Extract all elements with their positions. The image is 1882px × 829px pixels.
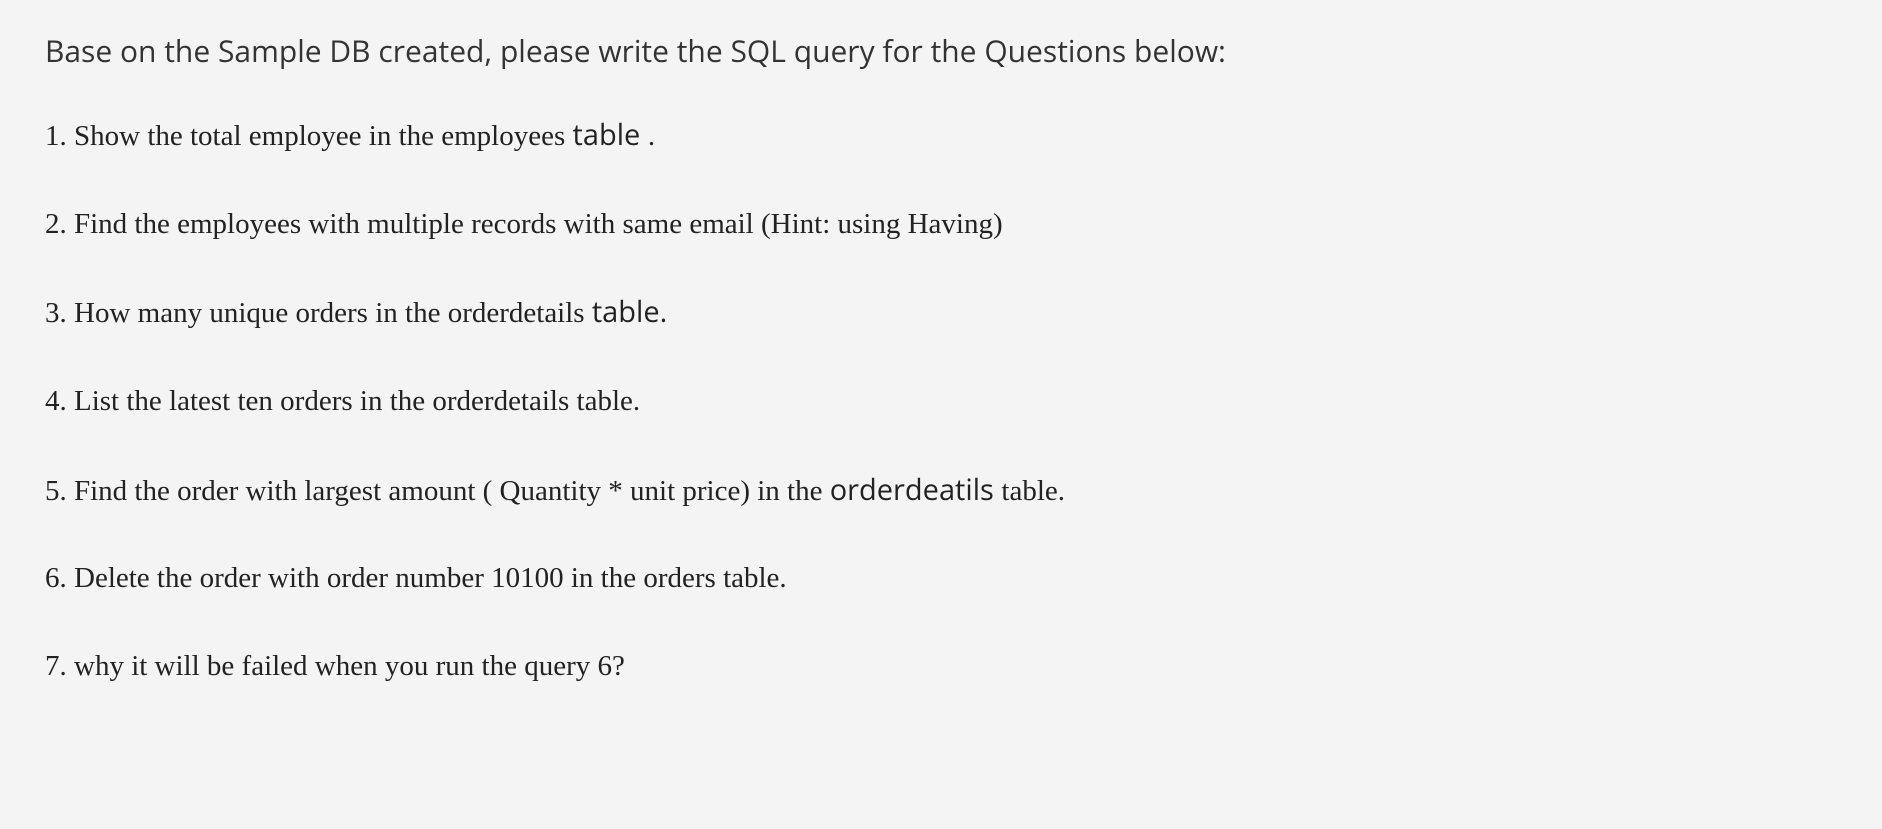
question-5: 5. Find the order with largest amount ( … <box>45 471 1837 511</box>
question-5-text: 5. Find the order with largest amount ( … <box>45 475 830 507</box>
question-5-table-word: orderdeatils <box>830 470 1002 509</box>
question-5-suffix: table. <box>1001 475 1065 507</box>
question-7: 7. why it will be failed when you run th… <box>45 648 1837 686</box>
question-1-table-word: table <box>573 115 648 154</box>
question-3-text: 3. How many unique orders in the orderde… <box>45 297 592 329</box>
question-2: 2. Find the employees with multiple reco… <box>45 206 1837 244</box>
question-1-text: 1. Show the total employee in the employ… <box>45 120 573 152</box>
question-3: 3. How many unique orders in the orderde… <box>45 293 1837 333</box>
intro-text: Base on the Sample DB created, please wr… <box>45 30 1837 71</box>
question-6: 6. Delete the order with order number 10… <box>45 560 1837 598</box>
question-4: 4. List the latest ten orders in the ord… <box>45 383 1837 421</box>
question-1-suffix: . <box>648 120 655 152</box>
question-1: 1. Show the total employee in the employ… <box>45 116 1837 156</box>
question-3-table-word: table. <box>592 292 667 331</box>
